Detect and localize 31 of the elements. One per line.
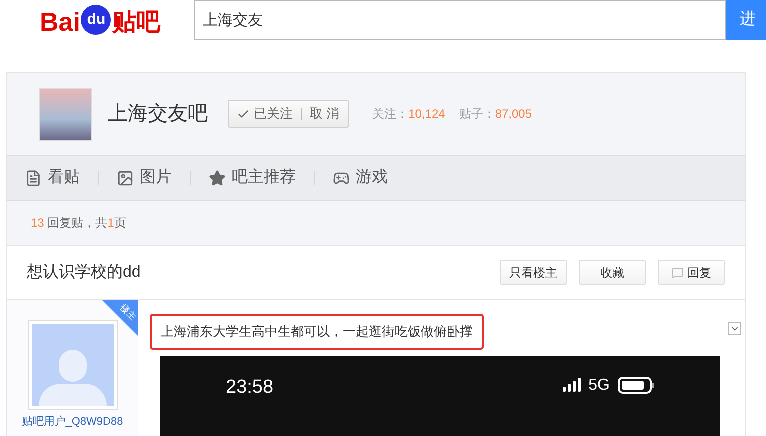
followers-label: 关注： [372, 106, 409, 123]
nav-tab[interactable]: 看贴 [25, 166, 80, 190]
nav-tab[interactable]: 游戏 [333, 166, 388, 190]
reply-count-text: 13 回复贴，共1页 [31, 215, 126, 232]
posts-count: 87,005 [495, 106, 532, 123]
posts-label: 贴子： [459, 106, 496, 123]
signal-icon [562, 378, 581, 392]
forum-avatar-painting [39, 88, 92, 140]
phone-clock: 23:58 [226, 376, 275, 400]
post-content: 上海浦东大学生高中生都可以，一起逛街吃饭做俯卧撑 [150, 314, 484, 350]
thread-action-button[interactable]: 只看楼主 [500, 260, 567, 285]
baidu-tieba-logo[interactable]: Bai du 贴吧 [40, 5, 184, 35]
search-button[interactable]: 进 [726, 0, 766, 40]
thread-title: 想认识学校的dd [27, 262, 142, 282]
battery-icon [618, 376, 654, 394]
document-icon [25, 170, 42, 186]
image-icon [117, 170, 134, 186]
author-username[interactable]: 贴吧用户_Q8W9D88 [22, 414, 124, 430]
thread-action-button[interactable]: 收藏 [579, 260, 646, 285]
network-label: 5G [588, 376, 610, 396]
search-field[interactable]: 上海交友 [194, 0, 726, 40]
nav-tab[interactable]: 图片 [117, 166, 172, 190]
nav-tab[interactable]: 吧主推荐 [209, 166, 296, 190]
follow-button[interactable]: 已关注 取 消 [228, 100, 349, 128]
comment-icon [672, 266, 684, 278]
dropdown-caret-button[interactable] [728, 322, 741, 335]
check-icon [237, 108, 250, 120]
followers-count: 10,124 [408, 106, 446, 123]
star-icon [209, 170, 226, 186]
forum-name: 上海交友吧 [108, 102, 208, 127]
thread-action-button[interactable]: 回复 [658, 260, 725, 285]
